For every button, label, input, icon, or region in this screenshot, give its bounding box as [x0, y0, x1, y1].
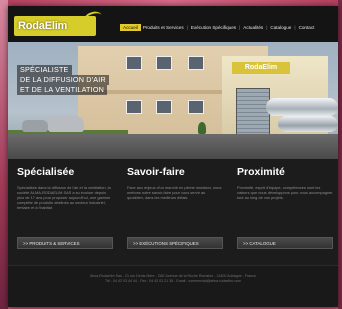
nav-item-produits[interactable]: Produits et Services	[141, 25, 186, 30]
backdrop-left	[0, 0, 8, 309]
hero-window	[156, 100, 172, 114]
hero-car	[48, 116, 84, 132]
hero-window	[126, 56, 142, 70]
hero-window	[188, 56, 204, 70]
feature-column-savoir-faire: Savoir-faire Face aux enjeux d'un marché…	[127, 165, 223, 225]
hero-car	[22, 120, 48, 132]
site-header: RodaElim Accueil Produits et Services | …	[8, 6, 338, 42]
feature-text: Proximité, esprit d'équipe, compétences …	[237, 185, 333, 200]
feature-column-proximite: Proximité Proximité, esprit d'équipe, co…	[237, 165, 333, 225]
hero-parking	[8, 134, 338, 159]
hero-banner: RodaElim SPÉCIALISTE DE LA DIFFUSION D'A…	[8, 42, 338, 159]
hero-building-sign: RodaElim	[232, 62, 290, 74]
catalogue-button[interactable]: >> CATALOGUE	[237, 237, 333, 249]
nav-item-executions[interactable]: Exécution Spécifiques	[189, 25, 238, 30]
nav-item-actualites[interactable]: Actualités	[241, 25, 265, 30]
feature-text: Spécialisée dans la diffusion de l'air e…	[17, 185, 111, 210]
backdrop-right	[338, 0, 342, 309]
hero-tagline-line: ET DE LA VENTILATION	[17, 85, 108, 95]
logo-text: RodaElim	[18, 20, 68, 32]
hero-window	[126, 100, 142, 114]
hero-plant	[198, 122, 206, 134]
hero-window	[156, 56, 172, 70]
hero-tagline-line: SPÉCIALISTE	[17, 65, 72, 75]
feature-title: Savoir-faire	[127, 166, 185, 178]
feature-columns: Spécialisée Spécialisée dans la diffusio…	[8, 159, 338, 265]
hero-tagline: SPÉCIALISTE DE LA DIFFUSION D'AIR ET DE …	[17, 65, 122, 95]
produits-services-button[interactable]: >> PRODUITS & SERVICES	[17, 237, 113, 249]
nav-item-contact[interactable]: Contact	[297, 25, 317, 30]
hero-duct	[266, 98, 338, 116]
feature-title: Spécialisée	[17, 166, 75, 178]
nav-item-accueil[interactable]: Accueil	[120, 24, 141, 31]
footer-line: Alma-Rodaelim Sas - 21 rue Denis Mére - …	[90, 274, 256, 278]
footer-line: Tél : 04 42 03 44 44 - Fax : 04 42 03 21…	[105, 279, 241, 283]
hero-tagline-line: DE LA DIFFUSION D'AIR	[17, 75, 109, 85]
logo-swoosh-icon	[82, 9, 104, 27]
site-frame: RodaElim Accueil Produits et Services | …	[8, 6, 338, 307]
nav-item-catalogue[interactable]: Catalogue	[268, 25, 293, 30]
hero-rolling-door	[236, 88, 270, 136]
hero-window	[188, 100, 204, 114]
hero-duct	[278, 116, 338, 132]
main-nav: Accueil Produits et Services | Exécution…	[120, 24, 316, 31]
feature-column-specialisee: Spécialisée Spécialisée dans la diffusio…	[17, 165, 113, 225]
feature-text: Face aux enjeux d'un marché en pleine mu…	[127, 185, 222, 200]
feature-title: Proximité	[237, 166, 285, 178]
footer-address: Alma-Rodaelim Sas - 21 rue Denis Mére - …	[8, 274, 338, 284]
executions-specifiques-button[interactable]: >> EXÉCUTIONS SPÉCIFIQUES	[127, 237, 223, 249]
site-footer: Alma-Rodaelim Sas - 21 rue Denis Mére - …	[8, 265, 338, 307]
